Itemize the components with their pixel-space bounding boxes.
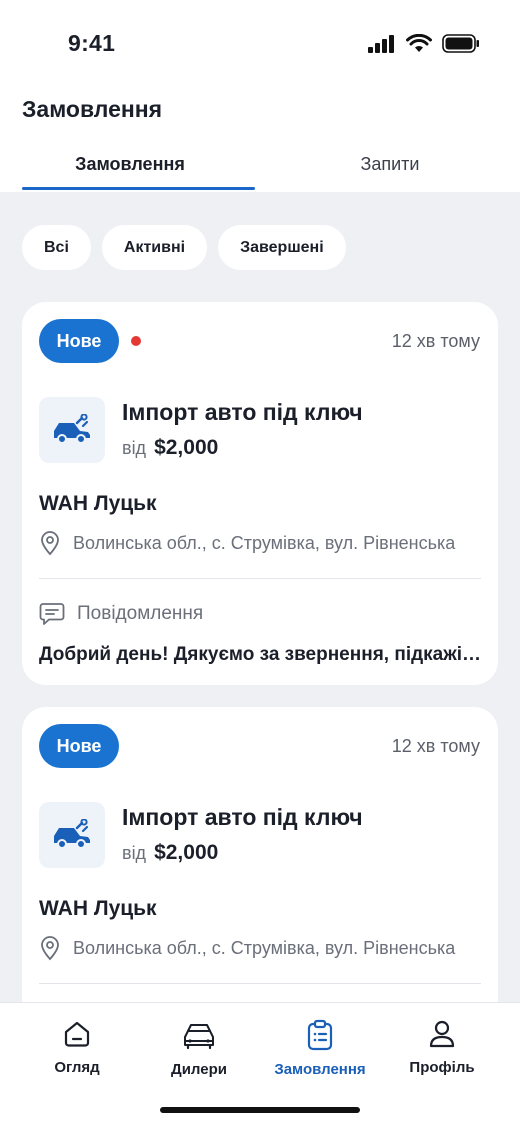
order-card[interactable]: Нове 12 хв тому Імпорт авто під ключ від… bbox=[22, 302, 498, 685]
page-title: Замовлення bbox=[22, 96, 163, 122]
price-line: від $2,000 bbox=[122, 841, 218, 865]
nav-overview-label: Огляд bbox=[54, 1059, 100, 1076]
nav-profile[interactable]: Профіль bbox=[377, 1019, 507, 1076]
filter-chips: Всі Активні Завершені bbox=[22, 225, 346, 270]
price-value: $2,000 bbox=[154, 436, 219, 459]
status-bar: 9:41 bbox=[0, 0, 520, 88]
dealer-name: WAH Луцьк bbox=[39, 492, 157, 515]
dealer-name: WAH Луцьк bbox=[39, 897, 157, 920]
price-prefix: від bbox=[122, 438, 147, 458]
address-text: Волинська обл., с. Струмівка, вул. Рівне… bbox=[73, 937, 456, 958]
wifi-icon bbox=[406, 34, 432, 52]
divider bbox=[39, 578, 481, 579]
price-prefix: від bbox=[122, 843, 147, 863]
car-service-icon bbox=[39, 802, 105, 868]
order-time: 12 хв тому bbox=[391, 331, 480, 351]
dealer-address: Волинська обл., с. Струмівка, вул. Рівне… bbox=[39, 935, 481, 961]
nav-dealers[interactable]: Дилери bbox=[134, 1019, 264, 1078]
order-time: 12 хв тому bbox=[391, 736, 480, 756]
dealer-address: Волинська обл., с. Струмівка, вул. Рівне… bbox=[39, 530, 481, 556]
status-icons bbox=[368, 34, 480, 53]
status-badge: Нове bbox=[39, 319, 119, 363]
cars-icon bbox=[184, 1024, 214, 1050]
service-title: Імпорт авто під ключ bbox=[122, 804, 363, 830]
location-pin-icon bbox=[41, 936, 59, 961]
filter-active[interactable]: Активні bbox=[101, 225, 208, 270]
status-time: 9:41 bbox=[68, 30, 116, 56]
message-preview: Добрий день! Дякуємо за звернення, підка… bbox=[39, 644, 481, 665]
home-icon bbox=[64, 1021, 90, 1047]
message-label: Повідомлення bbox=[39, 602, 203, 626]
battery-icon bbox=[442, 34, 479, 53]
filter-all[interactable]: Всі bbox=[22, 225, 91, 270]
nav-dealers-label: Дилери bbox=[171, 1061, 227, 1078]
filter-completed[interactable]: Завершені bbox=[218, 225, 346, 270]
signal-icon bbox=[368, 34, 394, 53]
nav-orders-label: Замовлення bbox=[274, 1061, 366, 1078]
service-title: Імпорт авто під ключ bbox=[122, 399, 363, 425]
divider bbox=[39, 983, 481, 984]
header-area: 9:41 Замовлення Замовлення Запити bbox=[0, 0, 520, 192]
tab-requests[interactable]: Запити bbox=[260, 140, 520, 192]
unread-dot bbox=[131, 336, 141, 346]
nav-profile-label: Профіль bbox=[409, 1059, 475, 1076]
message-icon bbox=[39, 603, 65, 625]
message-label-text: Повідомлення bbox=[77, 603, 204, 624]
location-pin-icon bbox=[41, 531, 59, 556]
nav-orders[interactable]: Замовлення bbox=[255, 1019, 385, 1078]
tab-orders[interactable]: Замовлення bbox=[0, 140, 260, 192]
address-text: Волинська обл., с. Струмівка, вул. Рівне… bbox=[73, 532, 456, 553]
tabs: Замовлення Запити bbox=[0, 140, 520, 192]
nav-overview[interactable]: Огляд bbox=[12, 1019, 142, 1076]
user-icon bbox=[429, 1020, 455, 1048]
home-indicator bbox=[160, 1107, 360, 1113]
price-line: від $2,000 bbox=[122, 436, 218, 460]
order-card[interactable]: Нове 12 хв тому Імпорт авто під ключ від… bbox=[22, 707, 498, 1027]
price-value: $2,000 bbox=[154, 841, 219, 864]
status-badge: Нове bbox=[39, 724, 119, 768]
car-service-icon bbox=[39, 397, 105, 463]
clipboard-icon bbox=[307, 1019, 333, 1051]
active-tab-indicator bbox=[22, 187, 255, 190]
